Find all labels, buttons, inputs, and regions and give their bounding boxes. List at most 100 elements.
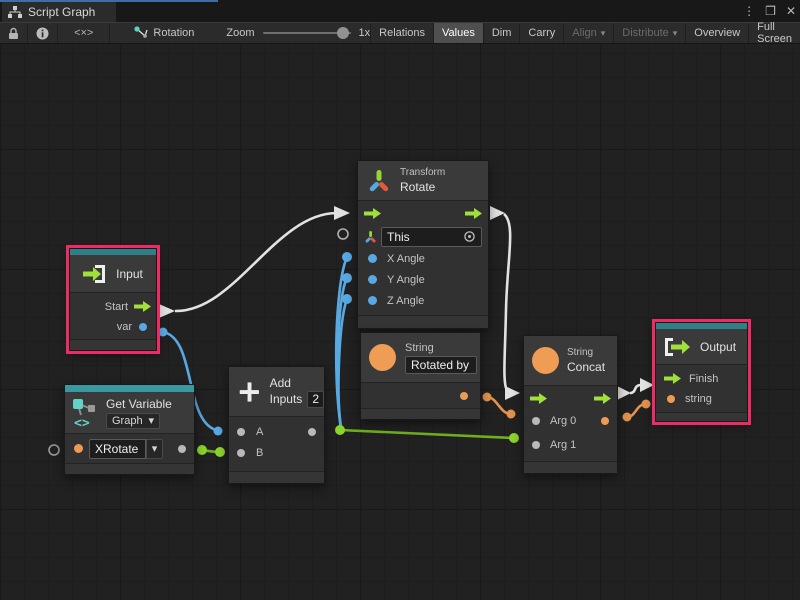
flow-in-port[interactable] [530,393,547,404]
dim-button[interactable]: Dim [484,23,521,43]
port-label: Arg 0 [550,415,576,427]
value-in-port[interactable] [368,254,377,263]
node-string-literal[interactable]: String Rotated by [360,332,481,420]
node-footer [358,315,488,328]
port-row-arg1[interactable]: Arg 1 [524,432,617,457]
port-row-y-angle[interactable]: Y Angle [358,269,488,290]
value-in-port[interactable] [667,395,675,403]
zoom-slider-handle[interactable] [337,27,349,39]
node-transform-rotate[interactable]: Transform Rotate This [357,160,489,329]
zoom-control: Zoom 1x [226,23,370,43]
zoom-slider[interactable] [263,32,351,34]
node-footer [229,471,324,483]
chevron-down-icon: ▾ [152,442,158,455]
port-label: Start [105,301,128,313]
node-title: Output [700,340,736,354]
node-title-line1: Add [270,376,324,390]
port-row-x-angle[interactable]: X Angle [358,248,488,269]
flow-out-port[interactable] [465,208,482,219]
value-in-port[interactable] [237,449,245,457]
port-label: Z Angle [387,295,424,307]
zoom-value: 1x [359,27,371,39]
maximize-icon[interactable]: ❒ [765,4,776,18]
port-label: Y Angle [387,274,425,286]
flow-in-port[interactable] [364,208,381,219]
port-label: var [117,321,132,333]
get-variable-icon: <> [72,398,98,428]
values-button[interactable]: Values [434,23,484,43]
input-event-icon [83,264,109,284]
node-get-variable[interactable]: <> Get Variable Graph ▾ XRotate ▾ [64,384,195,475]
inputs-count-field[interactable]: 2 [307,391,324,408]
info-button[interactable] [28,23,58,43]
port-row-var[interactable]: var [70,317,156,336]
tab-script-graph[interactable]: Script Graph [2,2,116,22]
graph-toolbar: <×> Rotation Zoom 1x Relations Values Di… [0,22,800,44]
graph-context-rotation[interactable]: Rotation [124,23,204,43]
zoom-label: Zoom [226,27,254,39]
port-label: B [256,447,263,459]
this-object-field[interactable]: This [381,227,482,247]
chevron-down-icon: ▾ [148,414,154,427]
close-icon[interactable]: ✕ [786,4,796,18]
node-footer [361,408,480,419]
port-row-start[interactable]: Start [70,296,156,317]
node-input[interactable]: Input Start var [69,248,157,351]
node-add[interactable]: Add Inputs 2 A B [228,366,325,484]
align-dropdown[interactable]: Align▾ [564,23,614,43]
node-category: String [567,347,605,358]
value-in-port[interactable] [532,417,540,425]
flow-in-port[interactable] [664,373,681,384]
port-label: X Angle [387,253,425,265]
port-row-b[interactable]: B [229,442,324,463]
relations-button[interactable]: Relations [371,23,434,43]
port-row-string[interactable]: string [656,389,747,408]
port-row-arg0[interactable]: Arg 0 [524,410,617,432]
node-string-concat[interactable]: String Concat Arg 0 Arg 1 [523,335,618,474]
output-event-icon [664,337,692,357]
graph-pointer-icon [134,26,148,40]
flow-row[interactable] [358,201,488,225]
flow-row[interactable] [524,386,617,410]
value-out-port[interactable] [601,417,609,425]
distribute-dropdown[interactable]: Distribute▾ [614,23,686,43]
svg-text:<>: <> [74,416,90,428]
value-out-port[interactable] [460,392,468,400]
overview-button[interactable]: Overview [686,23,749,43]
value-out-port[interactable] [308,428,316,436]
window-menu-icon[interactable]: ⋮ [743,4,755,18]
variable-scope-dropdown[interactable]: Graph ▾ [106,413,160,429]
variable-picker-dropdown[interactable]: ▾ [146,439,163,459]
flow-out-port[interactable] [134,301,151,312]
flow-out-port[interactable] [594,393,611,404]
string-value-field[interactable]: Rotated by [405,356,477,374]
object-picker-icon[interactable] [463,230,476,243]
port-row-a[interactable]: A [229,421,324,442]
value-out-port[interactable] [178,445,186,453]
port-row-finish[interactable]: Finish [656,368,747,389]
tab-bar: Script Graph ⋮ ❒ ✕ [0,0,800,22]
node-footer [656,412,747,421]
rotation-label: Rotation [153,27,194,39]
value-in-port[interactable] [368,275,377,284]
value-in-port[interactable] [74,444,83,453]
port-row-z-angle[interactable]: Z Angle [358,290,488,311]
node-title: Rotate [400,180,445,194]
value-in-port[interactable] [368,296,377,305]
zoom-to-fit-button[interactable]: <×> [58,23,110,43]
node-output[interactable]: Output Finish string [655,322,748,422]
full-screen-button[interactable]: Full Screen [749,23,800,43]
script-graph-window: Script Graph ⋮ ❒ ✕ <×> [0,0,800,600]
value-out-port[interactable] [139,323,147,331]
port-label: string [685,393,712,405]
value-in-port[interactable] [237,428,245,436]
lock-button[interactable] [0,23,28,43]
node-title-line2: Inputs [270,392,303,406]
string-type-icon [532,347,559,374]
variable-strip [65,385,194,392]
output-row[interactable] [361,383,480,408]
port-label: A [256,426,263,438]
value-in-port[interactable] [532,441,540,449]
variable-name-field[interactable]: XRotate [89,439,146,459]
carry-button[interactable]: Carry [520,23,564,43]
